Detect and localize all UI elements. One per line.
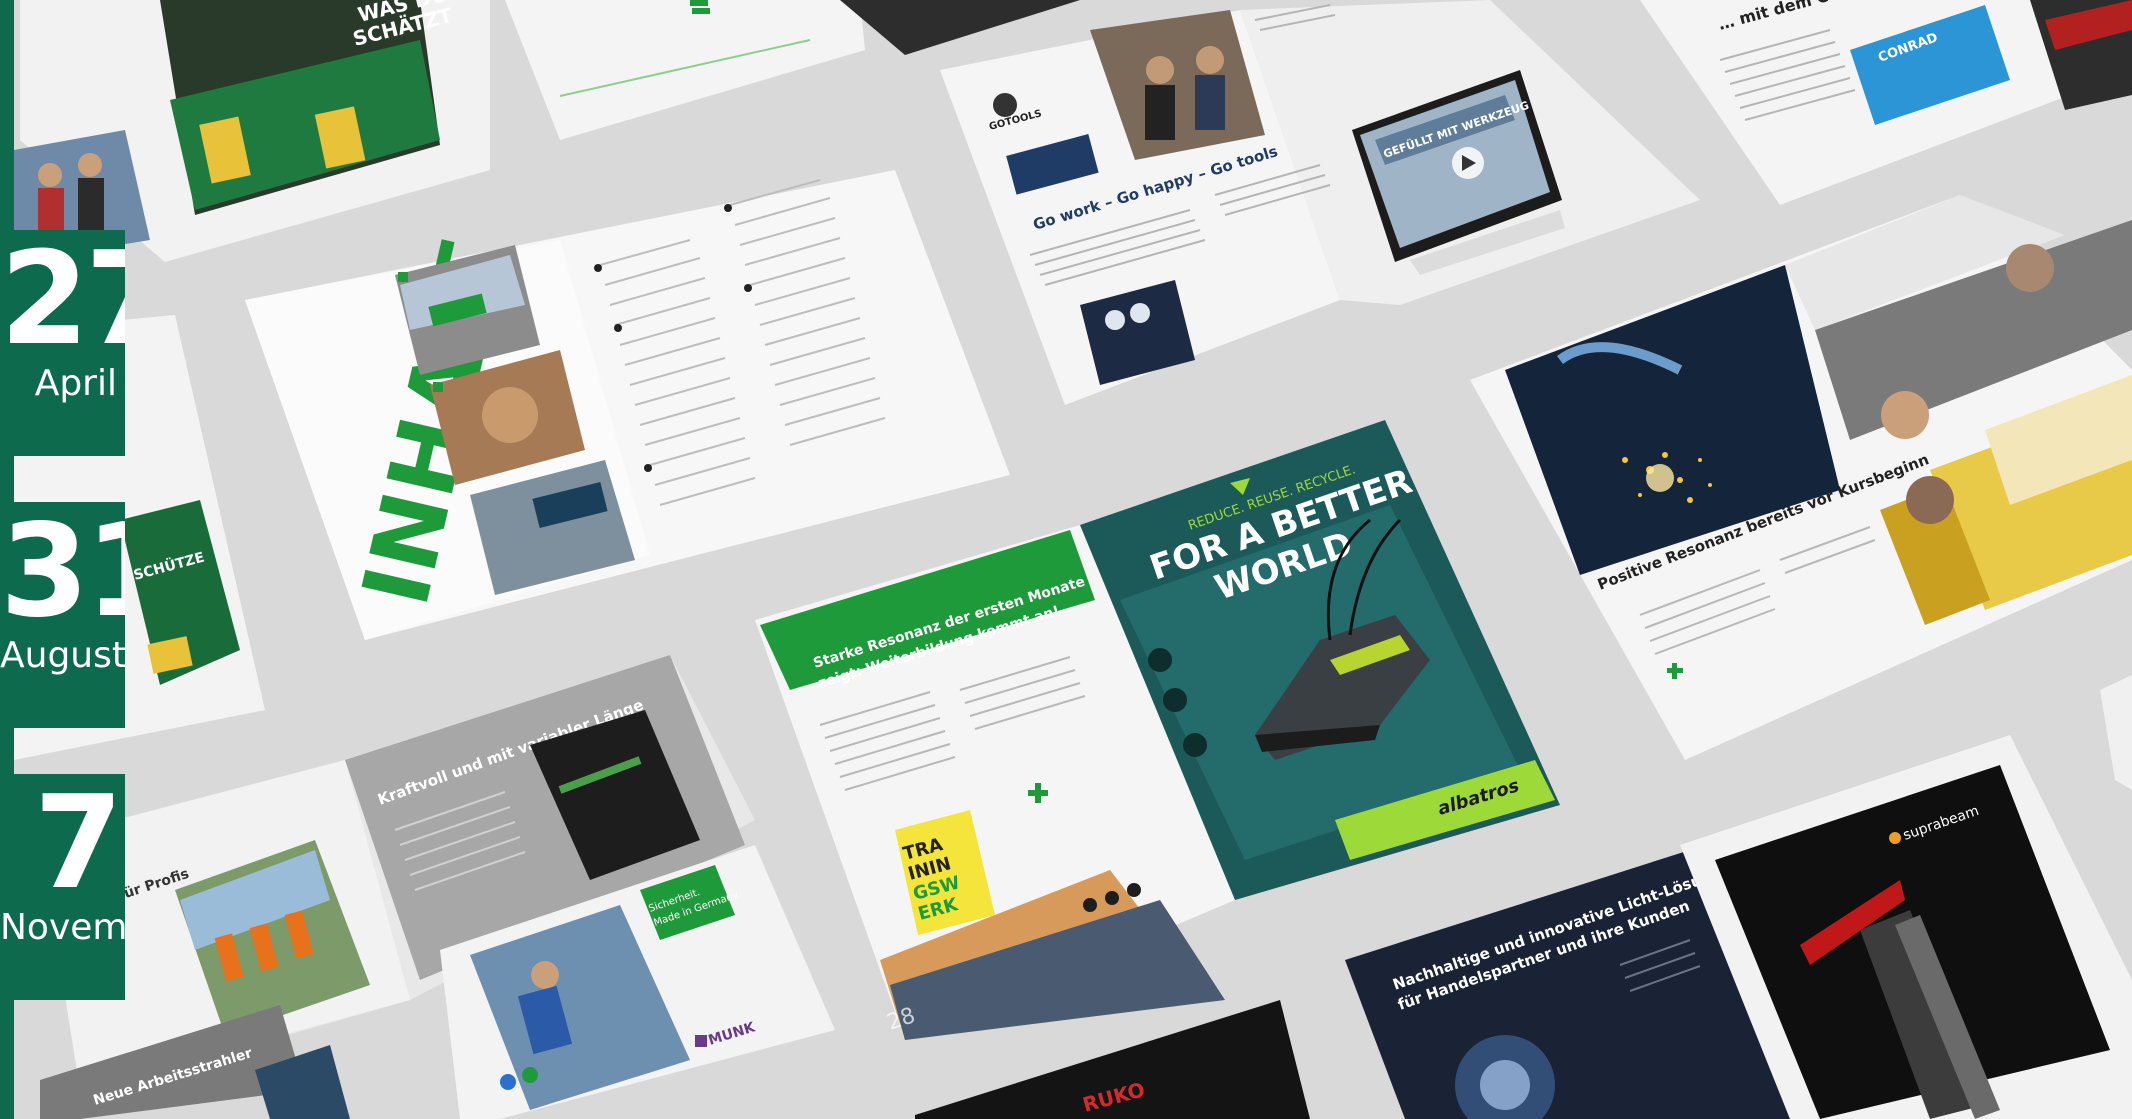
date-card-2[interactable]: 31 August — [0, 502, 125, 728]
date-card-1[interactable]: 27 April — [0, 230, 125, 456]
date-day: 27 — [0, 230, 125, 374]
magazine-collage: WAS DU SCHÄTZT GOTOOLS Go work – Go happ… — [0, 0, 2132, 1119]
date-day: 7 — [33, 774, 123, 918]
date-month: November — [0, 907, 125, 948]
date-month: August — [0, 635, 125, 676]
date-card-3[interactable]: 7 November — [0, 774, 125, 1000]
spread-inhalt: INHALT — [245, 170, 1010, 640]
spread-top-left: WAS DU SCHÄTZT — [14, 0, 490, 262]
spread-conrad: CONRAD … mit dem Conrad — [1640, 0, 2132, 205]
spread-welding: Positive Resonanz bereits vor Kursbeginn — [1470, 195, 2132, 760]
date-day: 31 — [0, 502, 125, 646]
